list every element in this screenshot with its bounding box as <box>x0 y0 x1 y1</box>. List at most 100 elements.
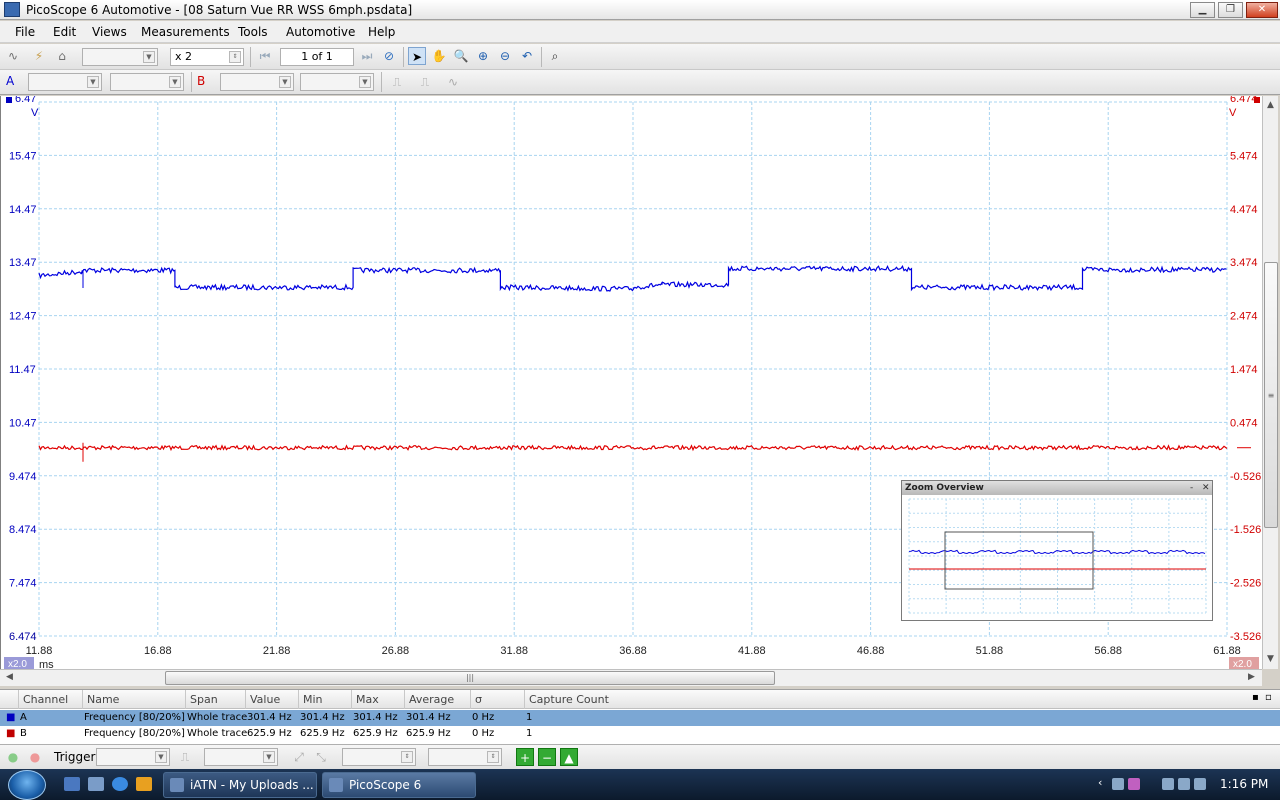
cell-min: 301.4 Hz <box>300 712 345 723</box>
main-toolbar: ∿ ⚡ ⌂ ▼ x 2 ⇕ ⏮ 1 of 1 ⏭ ⊘ ➤ ✋ 🔍 ⊕ ⊖ ↶ ⌕ <box>0 44 1280 70</box>
tray-expand-icon[interactable]: ‹ <box>1098 776 1102 789</box>
channel-b-coupling-select[interactable]: ▼ <box>300 73 374 91</box>
panel-minimize-icon[interactable]: ▪ <box>1252 692 1259 703</box>
table-row[interactable]: ■ B Frequency [80/20%] Whole trace 625.9… <box>0 726 1280 742</box>
network-icon[interactable] <box>1178 778 1190 790</box>
channel-a-range-select[interactable]: ▼ <box>28 73 102 91</box>
view-select[interactable]: ▼ <box>82 48 158 66</box>
channel-b-label[interactable]: B <box>197 74 205 88</box>
math-channel-icon[interactable]: ⎍ <box>416 73 434 91</box>
scroll-right-icon[interactable]: ▶ <box>1244 670 1259 685</box>
vertical-scroll-thumb[interactable]: ≡ <box>1264 262 1278 528</box>
column-header-value[interactable]: Value <box>245 690 280 709</box>
add-ruler-icon[interactable]: + <box>516 748 534 766</box>
reference-waveform-icon[interactable]: ∿ <box>444 73 462 91</box>
taskbar-item-picoscope[interactable]: PicoScope 6 Autom... <box>322 772 476 798</box>
menu-views[interactable]: Views <box>92 25 127 39</box>
measurements-table: Channel Name Span Value Min Max Average … <box>0 689 1280 744</box>
zoom-out-icon[interactable]: ⊖ <box>496 47 514 65</box>
column-header-max[interactable]: Max <box>351 690 379 709</box>
system-clock[interactable]: 1:16 PM <box>1220 777 1268 791</box>
switch-windows-icon[interactable] <box>88 777 104 791</box>
channel-a-swatch-icon: ■ <box>6 712 16 723</box>
run-icon[interactable]: ● <box>4 748 22 766</box>
media-player-icon[interactable] <box>136 777 152 791</box>
menu-automotive[interactable]: Automotive <box>286 25 355 39</box>
left-axis-tick-label: 9.474 <box>9 471 37 483</box>
internet-explorer-icon[interactable] <box>112 777 128 791</box>
pointer-tool-icon[interactable]: ➤ <box>408 47 426 65</box>
taskbar-item-iatn[interactable]: iATN - My Uploads ... <box>163 772 317 798</box>
channel-a-coupling-select[interactable]: ▼ <box>110 73 184 91</box>
left-axis-tick-label: 8.474 <box>9 524 37 536</box>
left-axis-tick-label: 15.47 <box>9 150 37 162</box>
zoom-level-stepper[interactable]: x 2 ⇕ <box>170 48 244 66</box>
horizontal-scrollbar[interactable]: ◀ ||| ▶ <box>0 669 1262 686</box>
zoom-overview-panel[interactable]: Zoom Overview - ✕ <box>901 480 1213 621</box>
tray-app-icon[interactable] <box>1128 778 1140 790</box>
zoom-overview-close-button[interactable]: ✕ <box>1202 481 1210 495</box>
menu-tools[interactable]: Tools <box>238 25 268 39</box>
volume-icon[interactable] <box>1194 778 1206 790</box>
maximize-button[interactable]: ❐ <box>1218 2 1243 18</box>
left-axis-tick-label: 6.474 <box>9 631 37 643</box>
menu-measurements[interactable]: Measurements <box>141 25 230 39</box>
windows-taskbar: iATN - My Uploads ... PicoScope 6 Autom.… <box>0 769 1280 800</box>
right-axis-tick-label: -3.526 <box>1230 631 1261 643</box>
zoom-overview-title: Zoom Overview <box>902 481 1212 495</box>
start-button[interactable] <box>8 770 46 800</box>
trigger-source-select[interactable]: ▼ <box>204 748 278 766</box>
column-header-sigma[interactable]: σ <box>470 690 482 709</box>
remove-ruler-icon[interactable]: − <box>538 748 556 766</box>
scroll-left-icon[interactable]: ◀ <box>2 670 17 685</box>
hand-tool-icon[interactable]: ✋ <box>430 47 448 65</box>
menu-edit[interactable]: Edit <box>53 25 76 39</box>
column-header-capture-count[interactable]: Capture Count <box>524 690 609 709</box>
column-header-span[interactable]: Span <box>185 690 218 709</box>
zoom-overview-plot[interactable] <box>902 495 1212 620</box>
trigger-edge-icon[interactable]: ⎍ <box>176 748 194 766</box>
column-header-min[interactable]: Min <box>298 690 323 709</box>
pre-trigger-stepper[interactable]: ⇕ <box>428 748 502 766</box>
undo-zoom-icon[interactable]: ↶ <box>518 47 536 65</box>
channel-a-label[interactable]: A <box>6 74 14 88</box>
safely-remove-icon[interactable] <box>1162 778 1174 790</box>
probe-icon[interactable]: ⚡ <box>30 47 48 65</box>
panel-restore-icon[interactable]: ▫ <box>1265 692 1272 703</box>
scope-view[interactable]: 6.47 V 15.47 14.47 13.47 12.47 11.47 10.47 9.474… <box>0 96 1262 669</box>
first-page-icon[interactable]: ⏮ <box>256 47 274 65</box>
close-button[interactable]: ✕ <box>1246 2 1278 18</box>
tray-app-icon[interactable] <box>1112 778 1124 790</box>
menu-file[interactable]: File <box>15 25 35 39</box>
trigger-mode-select[interactable]: ▼ <box>96 748 170 766</box>
rising-edge-icon[interactable]: ⤢ <box>290 748 308 766</box>
column-header-average[interactable]: Average <box>404 690 454 709</box>
home-icon[interactable]: ⌂ <box>53 47 71 65</box>
scroll-down-icon[interactable]: ▼ <box>1263 652 1278 667</box>
horizontal-scroll-thumb[interactable]: ||| <box>165 671 775 685</box>
menu-help[interactable]: Help <box>368 25 395 39</box>
ruler-settings-icon[interactable]: ▲ <box>560 748 578 766</box>
falling-edge-icon[interactable]: ⤡ <box>312 748 330 766</box>
stop-icon[interactable]: ● <box>26 748 44 766</box>
scroll-up-icon[interactable]: ▲ <box>1263 98 1278 113</box>
signal-generator-icon[interactable]: ⎍ <box>388 73 406 91</box>
minimize-button[interactable]: ▁ <box>1190 2 1215 18</box>
compass-icon[interactable]: ⊘ <box>380 47 398 65</box>
trigger-threshold-stepper[interactable]: ⇕ <box>342 748 416 766</box>
show-desktop-icon[interactable] <box>64 777 80 791</box>
column-header-channel[interactable]: Channel <box>18 690 68 709</box>
column-header-name[interactable]: Name <box>82 690 119 709</box>
zoom-tool-icon[interactable]: 🔍 <box>452 47 470 65</box>
table-row[interactable]: ■ A Frequency [80/20%] Whole trace 301.4… <box>0 710 1280 726</box>
last-page-icon[interactable]: ⏭ <box>358 47 376 65</box>
vertical-scrollbar[interactable]: ▲ ≡ ▼ <box>1262 96 1278 669</box>
channel-b-range-select[interactable]: ▼ <box>220 73 294 91</box>
zoom-overview-minimize-button[interactable]: - <box>1190 481 1193 495</box>
left-axis-tick-label: 13.47 <box>9 257 37 269</box>
zoom-in-icon[interactable]: ⊕ <box>474 47 492 65</box>
left-axis-tick-label: 10.47 <box>9 417 37 429</box>
waveform-icon[interactable]: ∿ <box>4 47 22 65</box>
cell-min: 625.9 Hz <box>300 728 345 739</box>
zoom-overview-icon[interactable]: ⌕ <box>546 47 564 65</box>
